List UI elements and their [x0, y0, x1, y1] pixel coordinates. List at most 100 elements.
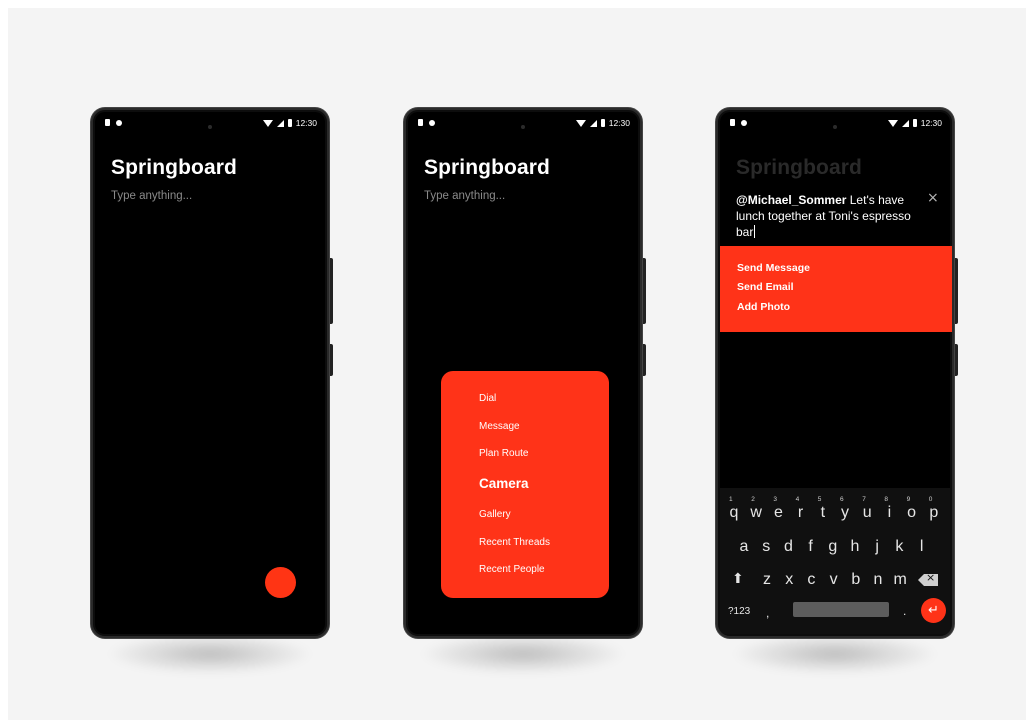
key-p[interactable]: p0	[927, 496, 941, 522]
key-label: f	[808, 538, 813, 555]
key-s[interactable]: s	[759, 538, 773, 556]
key-k[interactable]: k	[892, 538, 906, 556]
key-number-hint: 7	[862, 496, 866, 503]
menu-item-dial[interactable]: Dial	[479, 393, 496, 404]
phone-screen: 12:30 Springboard Type anything...	[91, 108, 329, 638]
sim-icon	[730, 119, 735, 126]
key-number-hint: 5	[817, 496, 822, 503]
power-button	[642, 344, 646, 376]
phone-screen: 12:30 Springboard Type anything... Dial …	[404, 108, 642, 638]
phone-3: 12:30 Springboard @Michael_Sommer Let's …	[716, 108, 958, 674]
front-camera	[208, 125, 212, 129]
key-label: l	[919, 538, 924, 555]
key-l[interactable]: l	[915, 538, 929, 556]
status-time: 12:30	[920, 118, 942, 128]
wifi-icon	[575, 119, 586, 127]
shift-key[interactable]: ⬆	[732, 571, 744, 587]
key-q[interactable]: q1	[727, 496, 741, 522]
key-c[interactable]: c	[804, 571, 818, 589]
key-w[interactable]: w2	[749, 496, 763, 522]
key-label: b	[851, 571, 861, 588]
key-b[interactable]: b	[849, 571, 863, 589]
space-key[interactable]	[793, 602, 889, 617]
key-number-hint: 8	[884, 496, 889, 503]
sim-icon	[105, 119, 110, 126]
menu-item-gallery[interactable]: Gallery	[479, 509, 511, 520]
key-label: d	[783, 538, 793, 555]
notification-dot-icon	[429, 119, 435, 126]
key-number-hint: 1	[729, 496, 733, 503]
key-number-hint: 0	[928, 496, 933, 503]
key-label: r	[797, 504, 804, 521]
text-caret	[754, 225, 756, 238]
key-r[interactable]: r4	[794, 496, 808, 522]
add-photo-button[interactable]: Add Photo	[737, 301, 790, 313]
key-x[interactable]: x	[782, 571, 796, 589]
comma-key[interactable]: ,	[766, 606, 769, 620]
search-input[interactable]: Type anything...	[424, 190, 505, 202]
key-label: q	[729, 504, 739, 521]
power-button	[329, 344, 333, 376]
key-number-hint: 4	[795, 496, 800, 503]
key-label: o	[907, 504, 917, 521]
fab-button[interactable]	[265, 567, 296, 598]
key-e[interactable]: e3	[771, 496, 785, 522]
period-key[interactable]: .	[903, 604, 906, 618]
menu-item-recent-people[interactable]: Recent People	[479, 564, 545, 575]
wifi-icon	[262, 119, 273, 127]
key-label: h	[850, 538, 860, 555]
close-icon[interactable]: ×	[927, 190, 939, 206]
key-label: c	[807, 571, 816, 588]
key-j[interactable]: j	[870, 538, 884, 556]
key-o[interactable]: o9	[905, 496, 919, 522]
notification-dot-icon	[116, 119, 122, 126]
signal-icon	[276, 119, 284, 127]
key-label: y	[841, 504, 849, 521]
volume-button	[642, 258, 646, 324]
search-input[interactable]: Type anything...	[111, 190, 192, 202]
power-button	[954, 344, 958, 376]
key-label: u	[862, 504, 872, 521]
key-label: g	[828, 538, 838, 555]
phone-screen: 12:30 Springboard @Michael_Sommer Let's …	[716, 108, 954, 638]
compose-input[interactable]: @Michael_Sommer Let's have lunch togethe…	[736, 192, 918, 240]
key-label: e	[773, 504, 783, 521]
front-camera	[833, 125, 837, 129]
key-number-hint: 2	[751, 496, 755, 503]
signal-icon	[589, 119, 597, 127]
wifi-icon	[887, 119, 898, 127]
app-title: Springboard	[111, 156, 237, 179]
menu-item-message[interactable]: Message	[479, 421, 520, 432]
key-n[interactable]: n	[871, 571, 885, 589]
symbols-key[interactable]: ?123	[728, 606, 750, 617]
key-g[interactable]: g	[826, 538, 840, 556]
key-i[interactable]: i8	[882, 496, 896, 522]
app-title: Springboard	[424, 156, 550, 179]
key-d[interactable]: d	[781, 538, 795, 556]
battery-icon	[912, 119, 917, 127]
app-title: Springboard	[736, 156, 862, 179]
key-u[interactable]: u7	[860, 496, 874, 522]
menu-item-recent-threads[interactable]: Recent Threads	[479, 537, 550, 548]
key-v[interactable]: v	[827, 571, 841, 589]
key-m[interactable]: m	[893, 571, 907, 589]
enter-key[interactable]: ↵	[921, 598, 946, 623]
key-t[interactable]: t5	[816, 496, 830, 522]
volume-button	[329, 258, 333, 324]
key-y[interactable]: y6	[838, 496, 852, 522]
send-email-button[interactable]: Send Email	[737, 281, 794, 293]
status-time: 12:30	[608, 118, 630, 128]
radial-menu: Dial Message Plan Route Camera Gallery R…	[441, 371, 609, 598]
key-number-hint: 6	[840, 496, 844, 503]
key-f[interactable]: f	[804, 538, 818, 556]
mention-tag: @Michael_Sommer	[736, 193, 847, 207]
key-z[interactable]: z	[760, 571, 774, 589]
menu-item-camera[interactable]: Camera	[479, 476, 529, 491]
key-label: i	[887, 504, 892, 521]
menu-item-plan-route[interactable]: Plan Route	[479, 448, 528, 459]
key-label: p	[929, 504, 939, 521]
key-h[interactable]: h	[848, 538, 862, 556]
key-a[interactable]: a	[737, 538, 751, 556]
send-message-button[interactable]: Send Message	[737, 262, 810, 274]
battery-icon	[600, 119, 605, 127]
